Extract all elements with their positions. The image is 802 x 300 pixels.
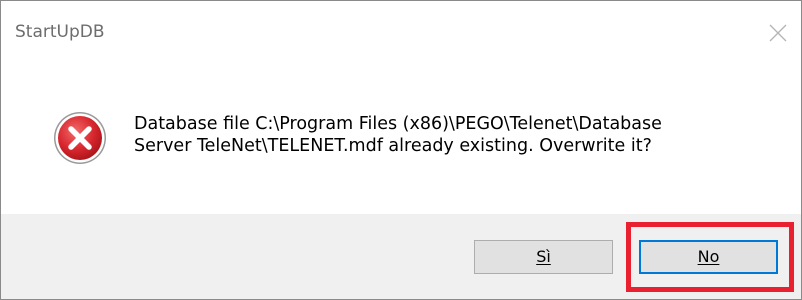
dialog-message: Database file C:\Program Files (x86)\PEG… bbox=[134, 113, 774, 157]
yes-button-label: Sì bbox=[536, 247, 551, 266]
close-icon bbox=[769, 24, 787, 42]
message-line-2: Server TeleNet\TELENET.mdf already exist… bbox=[134, 136, 652, 156]
no-button-label: No bbox=[697, 247, 720, 266]
dialog-content: Database file C:\Program Files (x86)\PEG… bbox=[1, 67, 801, 214]
no-button[interactable]: No bbox=[639, 240, 778, 274]
close-button[interactable] bbox=[755, 1, 801, 67]
button-bar: Sì No bbox=[1, 214, 801, 299]
error-icon bbox=[54, 112, 106, 164]
message-line-1: Database file C:\Program Files (x86)\PEG… bbox=[134, 114, 662, 134]
yes-button[interactable]: Sì bbox=[474, 240, 613, 274]
title-bar: StartUpDB bbox=[1, 1, 801, 67]
message-dialog: StartUpDB Database file C:\Program Files… bbox=[0, 0, 802, 300]
window-title: StartUpDB bbox=[15, 22, 105, 42]
